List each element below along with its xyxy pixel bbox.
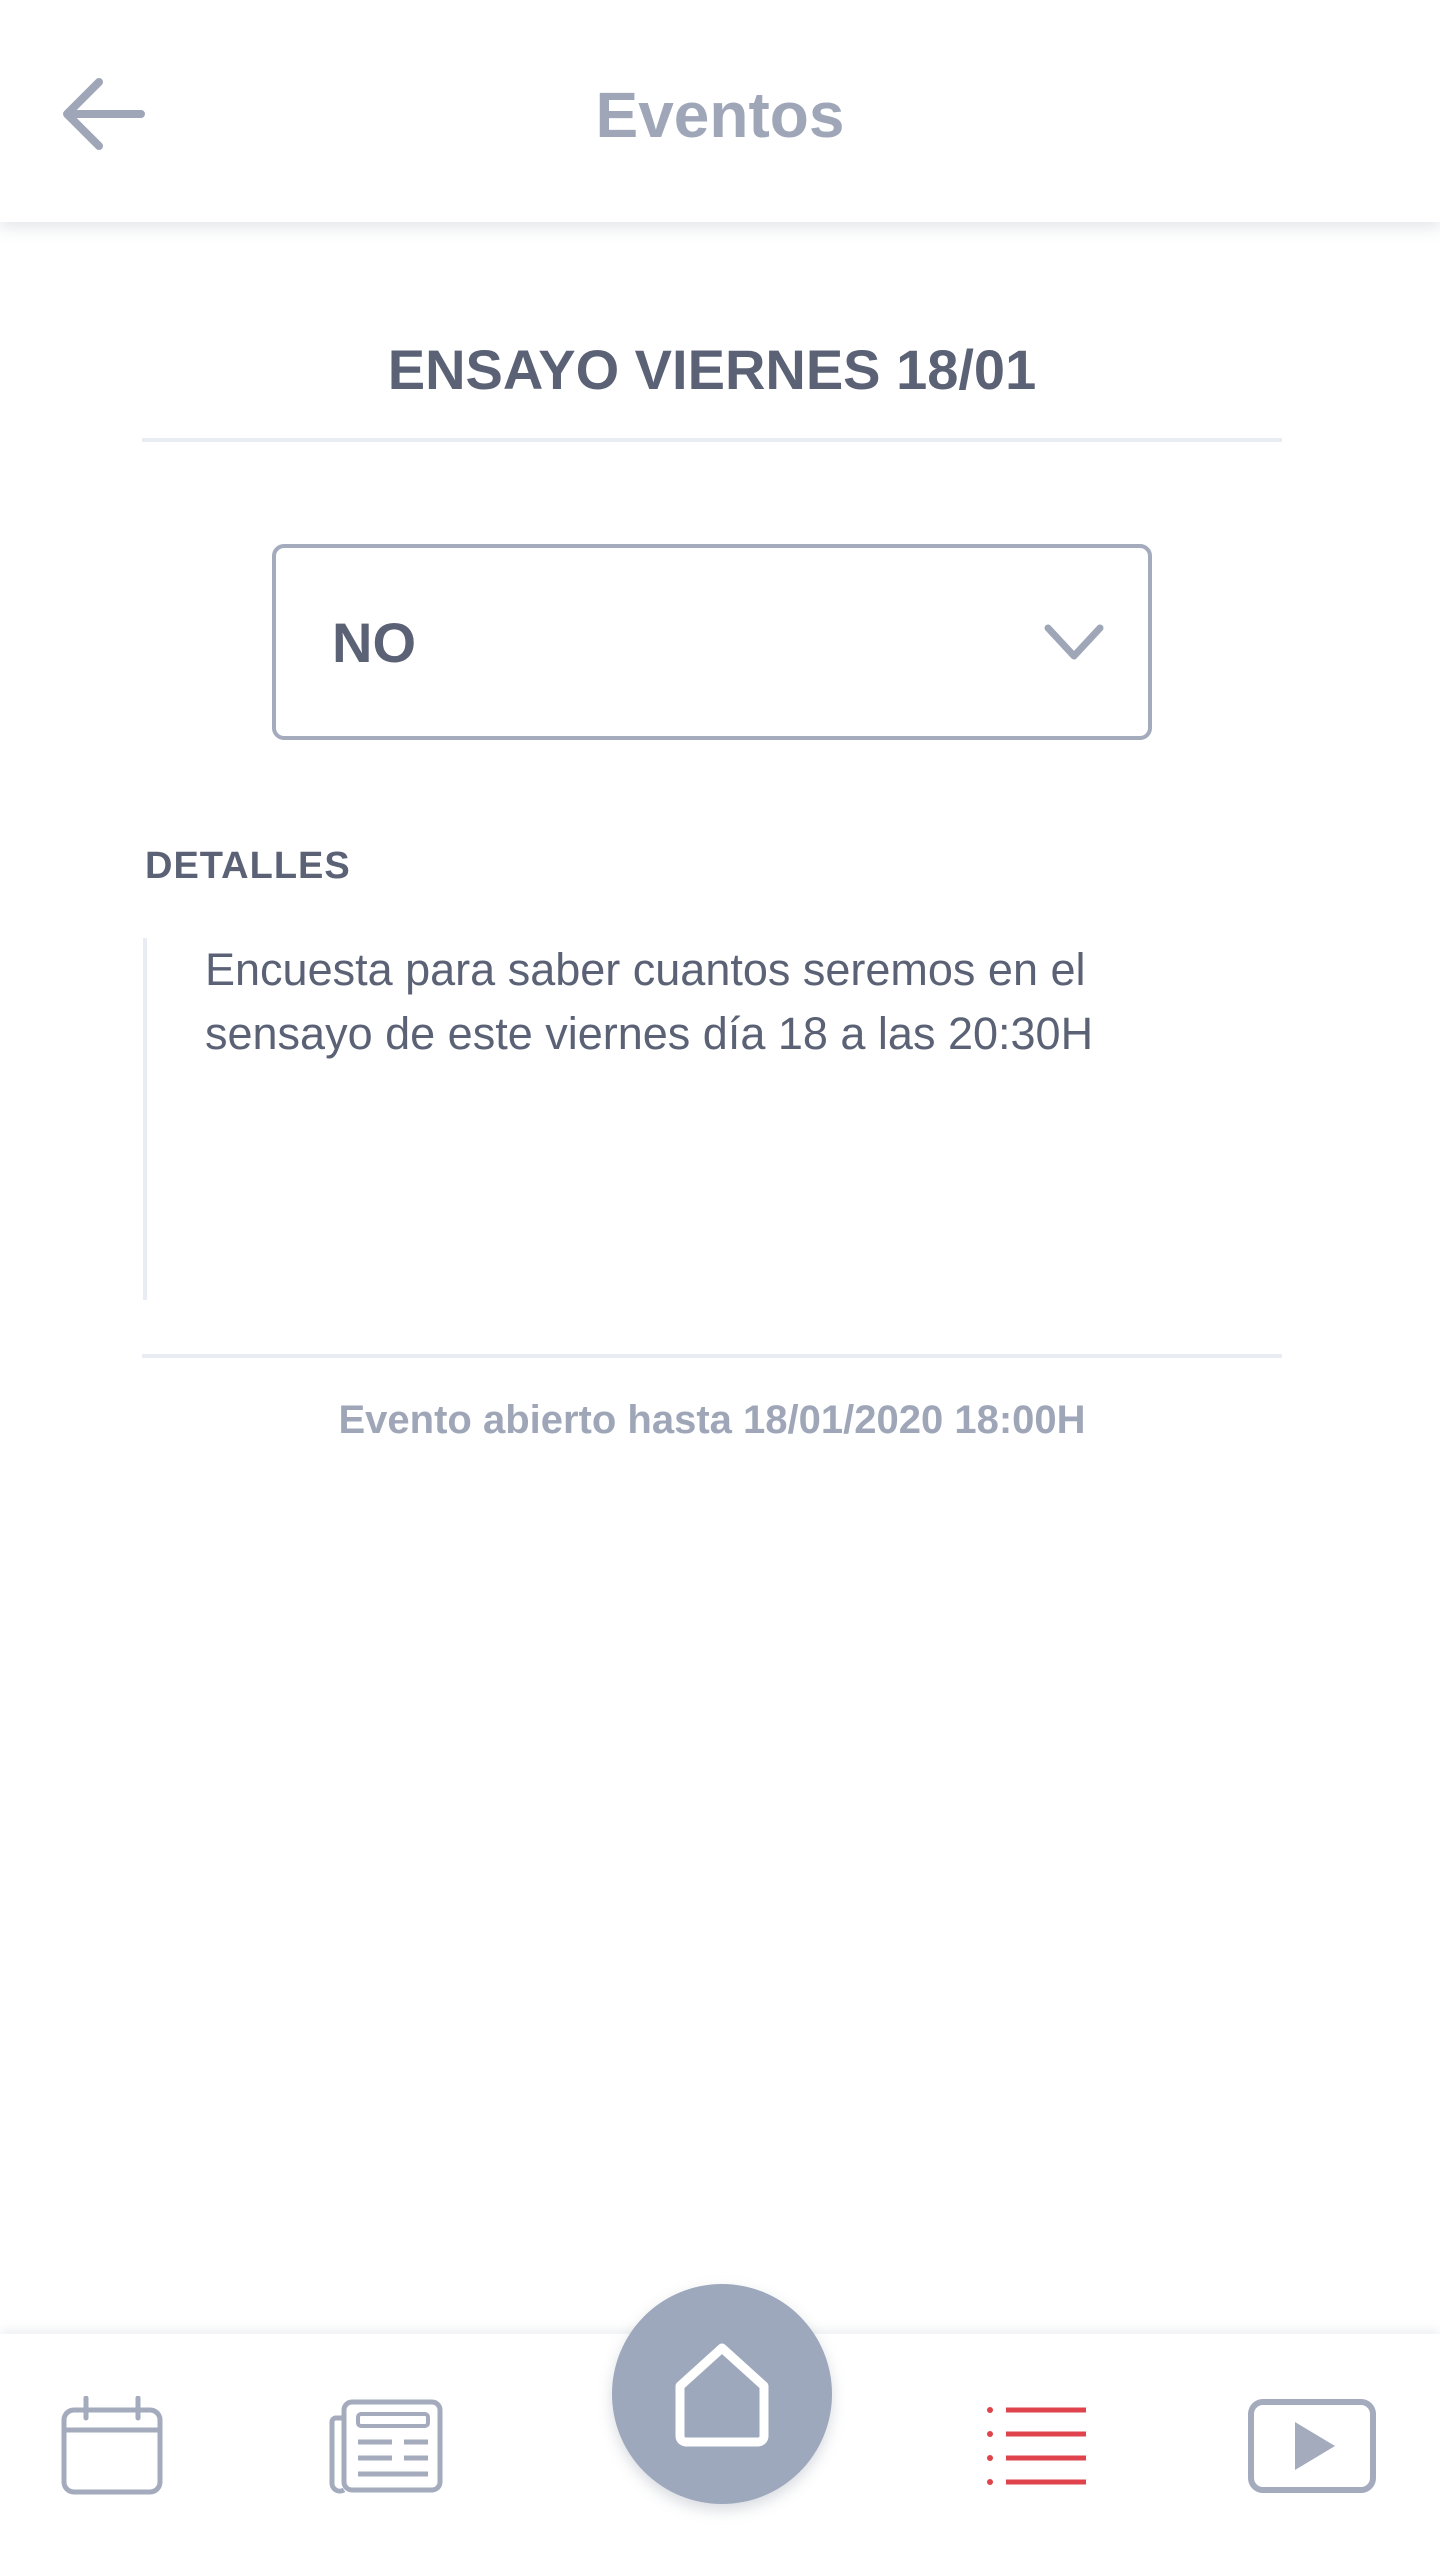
event-deadline: Evento abierto hasta 18/01/2020 18:00H: [338, 1398, 1086, 1442]
newspaper-icon: [329, 2399, 443, 2494]
play-icon: [1248, 2399, 1376, 2493]
details-text: Encuesta para saber cuantos seremos en e…: [205, 944, 1094, 1059]
details-box: Encuesta para saber cuantos seremos en e…: [143, 938, 1243, 1300]
event-title: ENSAYO VIERNES 18/01: [387, 338, 1037, 401]
response-select-value: NO: [332, 610, 416, 674]
home-icon: [675, 2343, 769, 2447]
list-icon: [987, 2407, 1086, 2485]
chevron-down-icon: [1044, 624, 1104, 660]
nav-news-button[interactable]: [324, 2384, 448, 2508]
nav-list-button[interactable]: [976, 2384, 1100, 2508]
nav-video-button[interactable]: [1240, 2384, 1384, 2508]
nav-calendar-button[interactable]: [50, 2384, 174, 2508]
divider-top: [142, 438, 1282, 442]
divider-bottom: [142, 1354, 1282, 1358]
calendar-icon: [61, 2396, 163, 2495]
details-label: DETALLES: [145, 845, 351, 887]
home-button[interactable]: [612, 2284, 832, 2504]
header-bar: Eventos: [0, 0, 1440, 222]
response-select[interactable]: NO: [272, 544, 1152, 740]
page-title: Eventos: [595, 79, 845, 151]
